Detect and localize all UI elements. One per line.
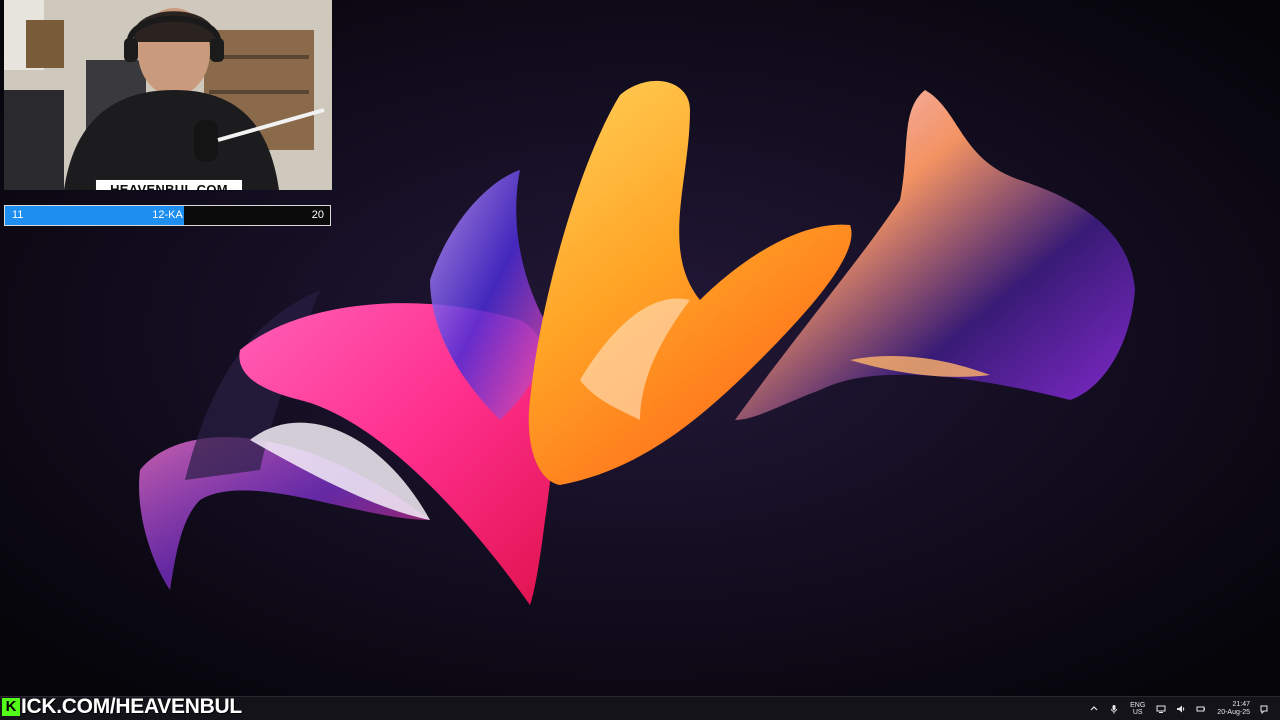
volume-icon[interactable] [1174,702,1188,716]
language-code: ENG [1130,702,1146,709]
kick-logo-icon: K [2,698,20,716]
clock[interactable]: 21:47 20-Aug-25 [1217,701,1250,717]
region-code: US [1132,709,1143,716]
streamer-image [4,0,332,190]
network-icon[interactable] [1154,702,1168,716]
language-indicator[interactable]: ENG US [1130,702,1145,716]
kick-url-banner: K ICK.COM/HEAVENBUL [2,694,242,720]
goal-label: 12-KA [152,209,183,221]
clock-date: 20-Aug-25 [1217,709,1250,716]
notification-icon[interactable] [1257,702,1271,716]
goal-end-value: 20 [311,209,324,221]
webcam-site-label: HEAVENBUL.COM [95,179,243,190]
goal-progress-bar: 11 12-KA 20 [4,205,331,226]
microphone-icon[interactable] [1107,702,1121,716]
clock-time: 21:47 [1232,701,1250,708]
system-tray: ENG US 21:47 20-Aug-25 [1084,697,1274,720]
battery-icon[interactable] [1194,702,1208,716]
chevron-up-icon[interactable] [1087,702,1101,716]
webcam-feed: HEAVENBUL.COM [4,0,332,190]
kick-url-text: ICK.COM/HEAVENBUL [21,695,242,718]
desktop-screen: HEAVENBUL.COM 11 12-KA 20 ENG US 21:47 2… [0,0,1280,720]
